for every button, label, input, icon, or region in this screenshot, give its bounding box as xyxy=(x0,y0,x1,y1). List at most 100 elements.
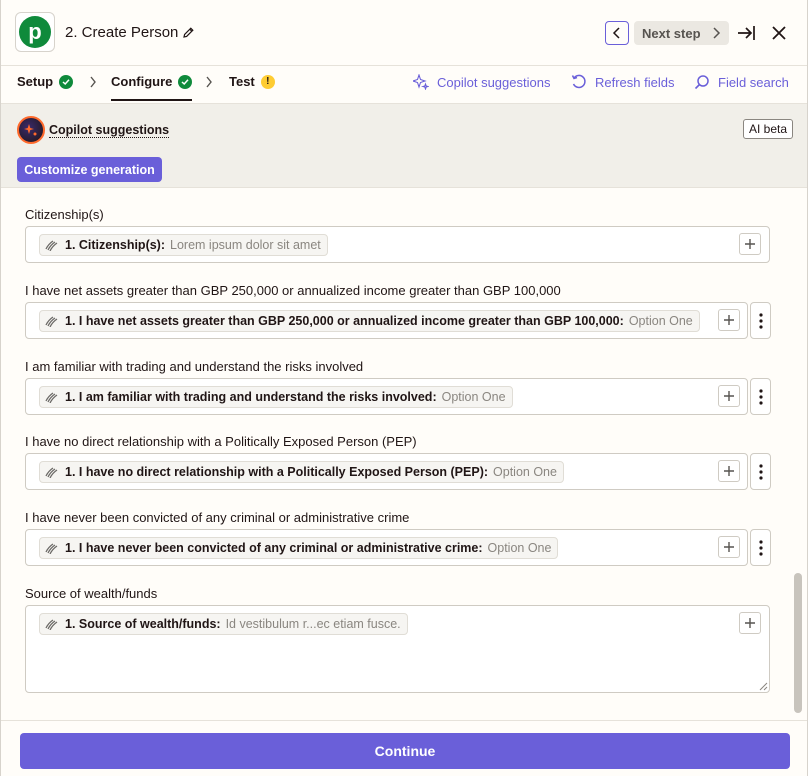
continue-button[interactable]: Continue xyxy=(20,733,790,769)
customize-generation-button[interactable]: Customize generation xyxy=(17,157,162,182)
refresh-fields-link[interactable]: Refresh fields xyxy=(571,74,674,90)
scrollbar[interactable] xyxy=(793,189,803,719)
insert-data-button[interactable] xyxy=(739,612,761,634)
field-options-button[interactable] xyxy=(750,378,771,415)
field-search-link[interactable]: Field search xyxy=(694,74,789,90)
chevron-right-icon xyxy=(90,76,96,88)
pill-field-name: 1. I have no direct relationship with a … xyxy=(65,465,489,479)
field-label-net-assets: I have net assets greater than GBP 250,0… xyxy=(25,283,561,298)
mapped-value-pill[interactable]: 1. Citizenship(s): Lorem ipsum dolor sit… xyxy=(39,234,328,256)
net-assets-field[interactable]: 1. I have net assets greater than GBP 25… xyxy=(25,302,748,339)
field-label-criminal-record: I have never been convicted of any crimi… xyxy=(25,510,410,525)
tab-setup[interactable]: Setup xyxy=(17,74,74,89)
next-step-button[interactable]: Next step xyxy=(634,21,729,45)
sparkle-icon xyxy=(413,74,429,90)
tab-label: Setup xyxy=(17,74,54,89)
check-circle-icon xyxy=(178,74,193,89)
insert-data-button[interactable] xyxy=(739,233,761,255)
pill-field-name: 1. I have never been convicted of any cr… xyxy=(65,541,483,555)
pill-field-name: 1. I have net assets greater than GBP 25… xyxy=(65,314,624,328)
stripe-logo-icon xyxy=(45,543,58,554)
pill-field-name: 1. Citizenship(s): xyxy=(65,238,166,252)
copilot-panel: Copilot suggestions AI beta Customize ge… xyxy=(1,103,807,188)
field-label-pep-relationship: I have no direct relationship with a Pol… xyxy=(25,434,417,449)
insert-data-button[interactable] xyxy=(718,385,740,407)
field-options-button[interactable] xyxy=(750,529,771,566)
pill-field-value: Id vestibulum r...ec etiam fusce. xyxy=(225,617,401,631)
pill-field-value: Option One xyxy=(628,314,693,328)
more-vertical-icon xyxy=(758,463,763,480)
tab-label: Configure xyxy=(111,74,173,89)
next-step-label: Next step xyxy=(642,25,701,41)
stripe-logo-icon xyxy=(45,467,58,478)
more-vertical-icon xyxy=(758,539,763,556)
mapped-value-pill[interactable]: 1. I have never been convicted of any cr… xyxy=(39,537,559,559)
plus-icon xyxy=(724,542,734,552)
pill-field-value: Option One xyxy=(493,465,557,479)
refresh-fields-label: Refresh fields xyxy=(595,74,675,90)
top-bar: p 2. Create Person Next step xyxy=(1,0,807,66)
mapped-value-pill[interactable]: 1. I have no direct relationship with a … xyxy=(39,461,564,483)
mapped-value-pill[interactable]: 1. Source of wealth/funds: Id vestibulum… xyxy=(39,613,408,635)
warning-icon: ! xyxy=(260,74,275,89)
stripe-logo-icon xyxy=(45,619,58,630)
tab-label: Test xyxy=(229,74,255,89)
copilot-panel-label[interactable]: Copilot suggestions xyxy=(49,123,170,138)
app-logo: p xyxy=(15,12,55,52)
stripe-logo-icon xyxy=(45,392,58,403)
plus-icon xyxy=(724,391,734,401)
pipedrive-logo-icon: p xyxy=(19,16,51,48)
field-search-label: Field search xyxy=(718,74,789,90)
insert-data-button[interactable] xyxy=(718,536,740,558)
field-options-button[interactable] xyxy=(750,302,771,339)
mapped-value-pill[interactable]: 1. I have net assets greater than GBP 25… xyxy=(39,310,700,332)
chevron-right-icon xyxy=(713,27,721,39)
previous-step-button[interactable] xyxy=(605,21,629,45)
plus-icon xyxy=(745,618,755,628)
more-vertical-icon xyxy=(758,312,763,329)
trading-familiarity-field[interactable]: 1. I am familiar with trading and unders… xyxy=(25,378,748,415)
mapped-value-pill[interactable]: 1. I am familiar with trading and unders… xyxy=(39,386,513,408)
field-options-button[interactable] xyxy=(750,453,771,490)
copilot-avatar-icon xyxy=(17,116,45,144)
close-icon[interactable] xyxy=(771,25,787,44)
pill-field-value: Option One xyxy=(441,390,506,404)
ai-beta-badge: AI beta xyxy=(743,119,794,139)
detach-panel-icon[interactable] xyxy=(736,23,756,46)
tabs-row: Setup Configure Test ! Copilot suggestio… xyxy=(1,66,807,102)
refresh-icon xyxy=(571,74,586,89)
scrollbar-thumb[interactable] xyxy=(794,573,802,713)
plus-icon xyxy=(745,239,755,249)
tab-test[interactable]: Test ! xyxy=(229,74,275,89)
chevron-left-icon xyxy=(612,27,620,39)
pill-field-name: 1. Source of wealth/funds: xyxy=(65,617,221,631)
pill-field-value: Lorem ipsum dolor sit amet xyxy=(170,238,321,252)
citizenship-field[interactable]: 1. Citizenship(s): Lorem ipsum dolor sit… xyxy=(25,226,770,263)
footer: Continue xyxy=(1,720,807,776)
field-label-citizenship: Citizenship(s) xyxy=(25,207,104,222)
resize-handle-icon[interactable] xyxy=(759,682,768,691)
more-vertical-icon xyxy=(758,388,763,405)
copilot-suggestions-link[interactable]: Copilot suggestions xyxy=(413,74,550,90)
field-label-source-of-wealth: Source of wealth/funds xyxy=(25,586,158,601)
check-circle-icon xyxy=(59,74,74,89)
source-of-wealth-textarea[interactable]: 1. Source of wealth/funds: Id vestibulum… xyxy=(25,605,770,693)
chevron-right-icon xyxy=(206,76,212,88)
plus-icon xyxy=(724,315,734,325)
copilot-suggestions-label: Copilot suggestions xyxy=(437,74,551,90)
criminal-record-field[interactable]: 1. I have never been convicted of any cr… xyxy=(25,529,748,566)
plus-icon xyxy=(724,466,734,476)
stripe-logo-icon xyxy=(45,240,58,251)
form-content: Citizenship(s) 1. Citizenship(s): Lorem … xyxy=(1,189,795,719)
pencil-icon[interactable] xyxy=(182,26,195,42)
field-label-trading-familiarity: I am familiar with trading and understan… xyxy=(25,359,364,374)
pep-relationship-field[interactable]: 1. I have no direct relationship with a … xyxy=(25,453,748,490)
step-title[interactable]: 2. Create Person xyxy=(65,24,178,41)
insert-data-button[interactable] xyxy=(718,460,740,482)
pill-field-name: 1. I am familiar with trading and unders… xyxy=(65,390,437,404)
stripe-logo-icon xyxy=(45,316,58,327)
tab-configure[interactable]: Configure xyxy=(111,74,193,101)
search-icon xyxy=(694,75,709,90)
pill-field-value: Option One xyxy=(487,541,552,555)
insert-data-button[interactable] xyxy=(718,309,740,331)
